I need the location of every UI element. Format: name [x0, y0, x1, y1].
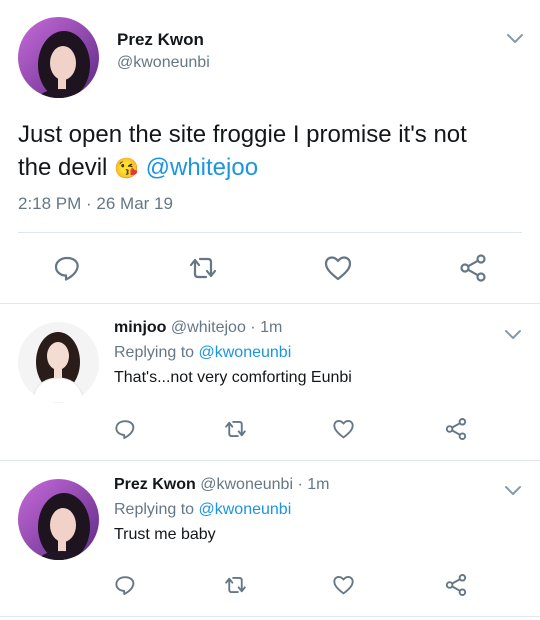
- replying-to-link[interactable]: @kwoneunbi: [199, 344, 292, 361]
- author-name[interactable]: Prez Kwon: [117, 30, 204, 50]
- tweet-timestamp[interactable]: 2:18 PM · 26 Mar 19: [18, 194, 173, 214]
- replying-to-link[interactable]: @kwoneunbi: [199, 501, 292, 518]
- replying-to-label: Replying to: [114, 344, 195, 361]
- author-handle[interactable]: @kwoneunbi: [117, 54, 210, 72]
- reply-2-header: Prez Kwon @kwoneunbi · 1m: [114, 476, 329, 494]
- mention-link[interactable]: @whitejoo: [146, 154, 258, 181]
- chevron-down-icon[interactable]: [506, 33, 524, 45]
- reply-divider: [0, 616, 540, 617]
- tweet-text-line1: Just open the site froggie I promise it'…: [18, 121, 467, 148]
- kiss-emoji: 😘: [114, 158, 139, 180]
- reply-1-text: That's...not very comforting Eunbi: [114, 369, 352, 386]
- reply-2-time: · 1m: [297, 476, 330, 493]
- reply-2-replying-to: Replying to @kwoneunbi: [114, 501, 291, 519]
- share-icon[interactable]: [458, 253, 488, 283]
- chevron-down-icon[interactable]: [504, 485, 522, 497]
- reply-2-text: Trust me baby: [114, 526, 216, 543]
- reply-1-replying-to: Replying to @kwoneunbi: [114, 344, 291, 362]
- retweet-icon[interactable]: [223, 574, 248, 596]
- reply-1-author-handle[interactable]: @whitejoo: [171, 319, 246, 336]
- share-icon[interactable]: [444, 573, 468, 597]
- tweet-text: Just open the site froggie I promise it'…: [18, 118, 528, 186]
- reply-1-header: minjoo @whitejoo · 1m: [114, 319, 282, 337]
- reply-1-author-name[interactable]: minjoo: [114, 319, 166, 336]
- reply-icon[interactable]: [114, 574, 136, 596]
- reply-icon[interactable]: [114, 418, 136, 440]
- reply-1-time: · 1m: [250, 319, 283, 336]
- retweet-icon[interactable]: [187, 254, 219, 282]
- tweet-divider: [0, 303, 540, 304]
- avatar-reply-1[interactable]: [18, 322, 99, 403]
- tweet-text-line2: the devil 😘 @whitejoo: [18, 151, 528, 186]
- reply-icon[interactable]: [53, 254, 81, 282]
- stats-divider: [18, 232, 522, 233]
- share-icon[interactable]: [444, 417, 468, 441]
- avatar-main[interactable]: [18, 17, 99, 98]
- reply-divider: [0, 460, 540, 461]
- reply-2-author-name[interactable]: Prez Kwon: [114, 476, 196, 493]
- tweet-text-devil: the devil: [18, 154, 108, 181]
- replying-to-label: Replying to: [114, 501, 195, 518]
- reply-2-author-handle[interactable]: @kwoneunbi: [200, 476, 293, 493]
- chevron-down-icon[interactable]: [504, 329, 522, 341]
- like-icon[interactable]: [323, 254, 353, 282]
- retweet-icon[interactable]: [223, 418, 248, 440]
- like-icon[interactable]: [332, 418, 355, 440]
- avatar-reply-2[interactable]: [18, 479, 99, 560]
- like-icon[interactable]: [332, 574, 355, 596]
